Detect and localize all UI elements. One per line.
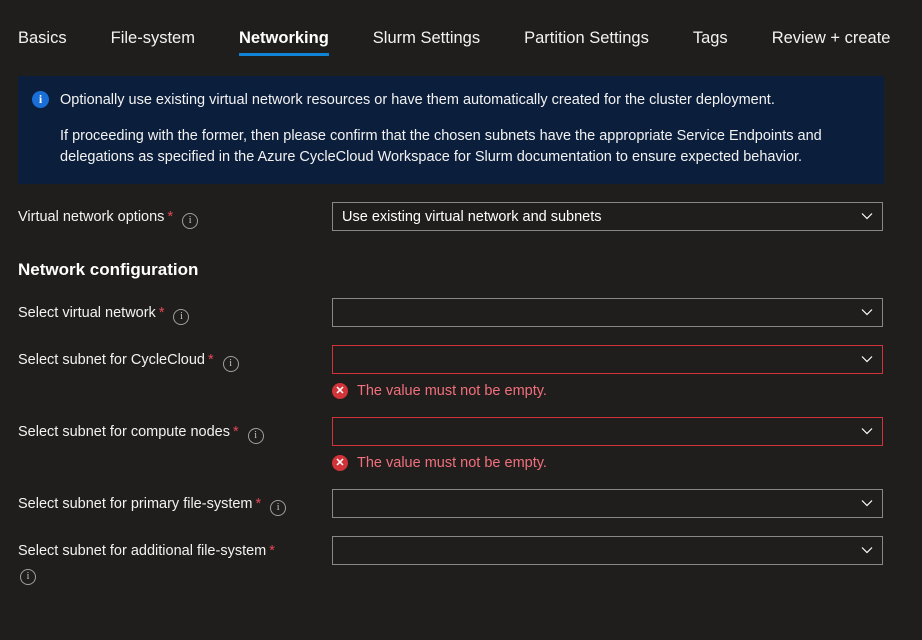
error-icon: ✕ [332, 455, 348, 472]
select-subnet-for-additional-file-system-dropdown[interactable] [332, 536, 883, 566]
validation-error-text: The value must not be empty. [357, 383, 547, 400]
required-asterisk: * [208, 352, 214, 369]
label-select-subnet-for-compute-nodes: Select subnet for compute nodes * i [18, 417, 332, 445]
label-text: Select subnet for CycleCloud [18, 352, 205, 369]
label-select-virtual-network: Select virtual network * i [18, 298, 332, 326]
wizard-tab-bar: Basics File-system Networking Slurm Setting… [0, 0, 922, 58]
dropdown-value: Use existing virtual network and subnets [342, 208, 602, 225]
label-text: Virtual network options [18, 209, 165, 226]
required-asterisk: * [158, 305, 165, 322]
field-select-subnet-for-compute-nodes: ✕ The value must not be empty. [332, 417, 883, 472]
tab-slurm-settings[interactable]: Slurm Settings [373, 29, 502, 59]
chevron-down-icon [861, 497, 873, 508]
field-select-subnet-for-primary-file-system [332, 489, 883, 519]
label-text: Select virtual network [18, 305, 156, 322]
select-virtual-network-dropdown[interactable] [332, 298, 883, 328]
label-select-subnet-for-additional-file-system: Select subnet for additional file-system… [18, 536, 332, 585]
network-configuration-fields: Select virtual network * i Select subnet fo… [18, 298, 904, 585]
label-virtual-network-options: Virtual network options * i [18, 202, 332, 230]
section-title-network-configuration: Network configuration [18, 260, 199, 280]
required-asterisk: * [167, 209, 174, 226]
info-icon[interactable]: i [182, 213, 199, 230]
required-asterisk: * [233, 424, 239, 441]
label-text: Select subnet for compute nodes [18, 424, 230, 441]
label-text: Select subnet for additional file-system [18, 543, 267, 560]
field-select-subnet-for-additional-file-system [332, 536, 883, 566]
chevron-down-icon [861, 306, 873, 317]
info-banner: i Optionally use existing virtual networ… [18, 76, 884, 185]
form-row-virtual-network-options: Virtual network options * i Use existing v… [18, 202, 904, 232]
field-virtual-network-options: Use existing virtual network and subnets [332, 202, 883, 232]
required-asterisk: * [255, 496, 262, 513]
info-icon[interactable]: i [173, 309, 190, 326]
form-row-select-virtual-network: Select virtual network * i [18, 298, 904, 328]
select-subnet-for-compute-nodes-dropdown[interactable] [332, 417, 883, 447]
tab-file-system[interactable]: File-system [111, 29, 217, 59]
chevron-down-icon [861, 425, 873, 436]
info-icon: i [32, 91, 49, 108]
field-select-virtual-network [332, 298, 883, 328]
select-subnet-for-primary-file-system-dropdown[interactable] [332, 489, 883, 519]
form-row-select-subnet-for-cyclecloud: Select subnet for CycleCloud * i ✕ The value… [18, 345, 904, 400]
required-asterisk: * [269, 543, 275, 560]
select-subnet-for-cyclecloud-dropdown[interactable] [332, 345, 883, 375]
chevron-down-icon [861, 544, 873, 555]
tab-basics[interactable]: Basics [18, 29, 89, 59]
chevron-down-icon [861, 353, 873, 364]
info-icon[interactable]: i [247, 428, 264, 445]
error-icon: ✕ [332, 383, 348, 400]
field-select-subnet-for-cyclecloud: ✕ The value must not be empty. [332, 345, 883, 400]
form-row-select-subnet-for-compute-nodes: Select subnet for compute nodes * i ✕ The va… [18, 417, 904, 472]
info-banner-text: Optionally use existing virtual network … [60, 90, 868, 168]
info-icon[interactable]: i [270, 500, 287, 517]
info-banner-paragraph-1: Optionally use existing virtual network … [60, 92, 775, 108]
info-banner-paragraph-2: If proceeding with the former, then plea… [60, 128, 822, 166]
label-select-subnet-for-primary-file-system: Select subnet for primary file-system * i [18, 489, 332, 517]
label-select-subnet-for-cyclecloud: Select subnet for CycleCloud * i [18, 345, 332, 373]
tab-review-create[interactable]: Review + create [772, 29, 913, 59]
tab-partition-settings[interactable]: Partition Settings [524, 29, 671, 59]
validation-error-text: The value must not be empty. [357, 455, 547, 472]
chevron-down-icon [861, 210, 873, 221]
info-icon[interactable]: i [222, 356, 239, 373]
info-icon[interactable]: i [20, 568, 36, 585]
tab-tags[interactable]: Tags [693, 29, 750, 59]
label-text: Select subnet for primary file-system [18, 496, 253, 513]
form-row-select-subnet-for-primary-file-system: Select subnet for primary file-system * i [18, 489, 904, 519]
virtual-network-options-dropdown[interactable]: Use existing virtual network and subnets [332, 202, 883, 232]
tab-networking[interactable]: Networking [238, 29, 351, 59]
networking-form: Virtual network options * i Use existing v… [0, 202, 922, 585]
form-row-select-subnet-for-additional-file-system: Select subnet for additional file-system… [18, 536, 904, 585]
validation-error-select-subnet-for-compute-nodes: ✕ The value must not be empty. [332, 455, 883, 472]
validation-error-select-subnet-for-cyclecloud: ✕ The value must not be empty. [332, 383, 883, 400]
